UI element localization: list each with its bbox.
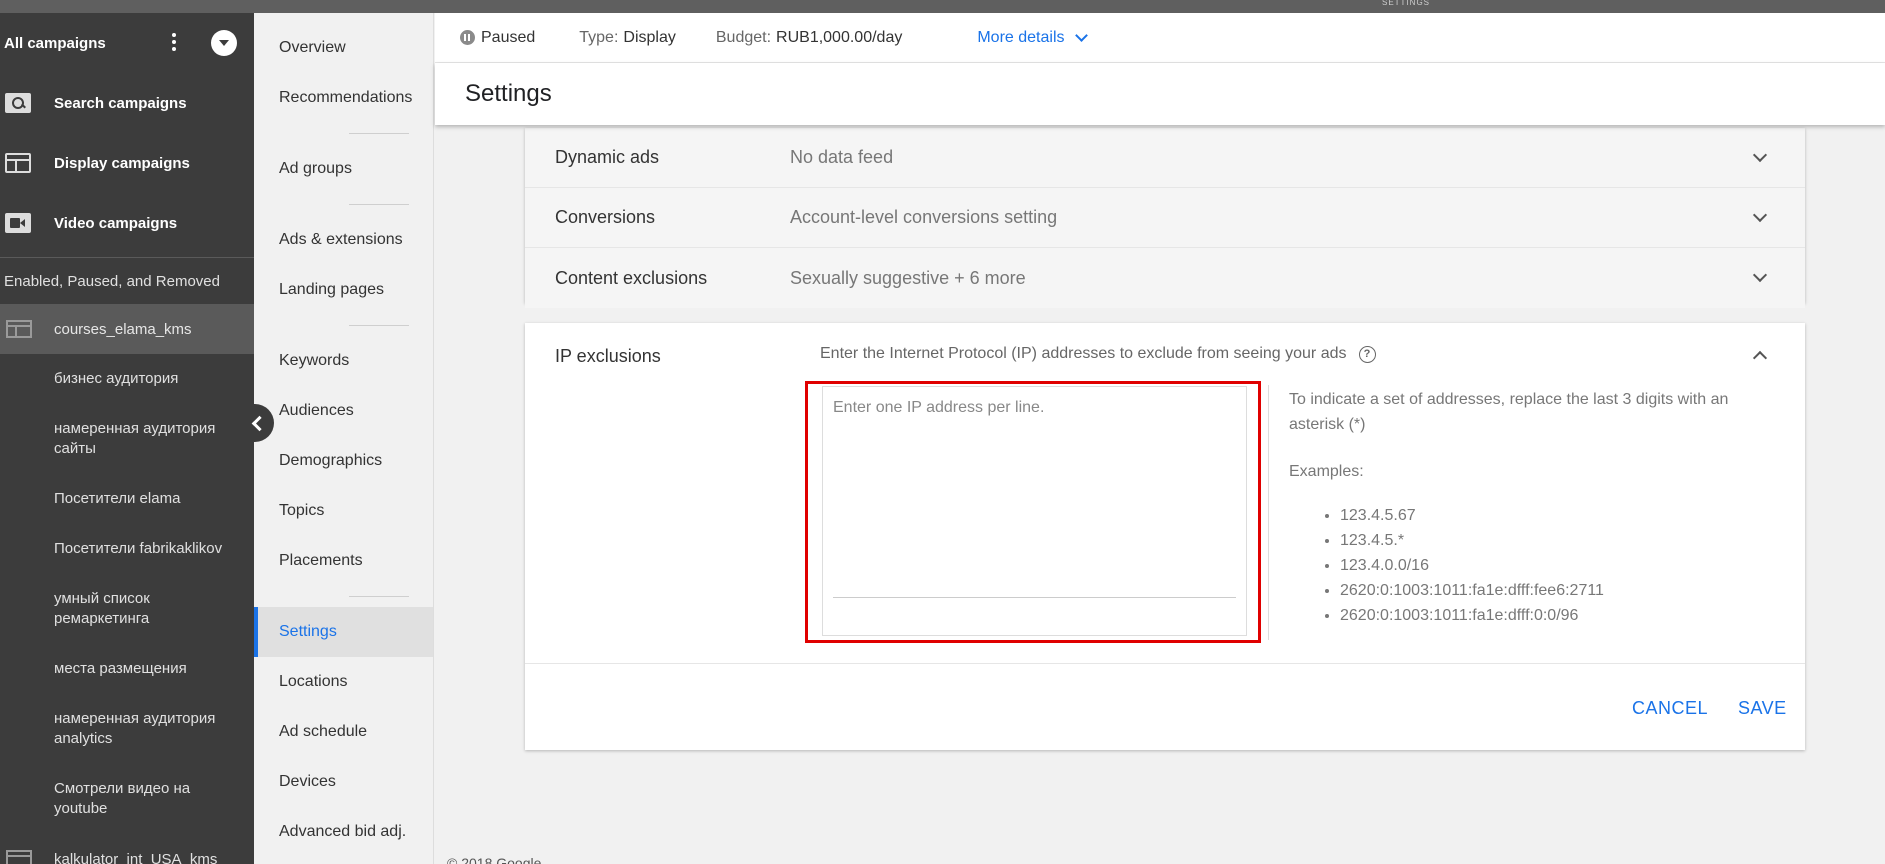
nav-overview[interactable]: Overview: [254, 23, 433, 73]
ip-exclusions-description: Enter the Internet Protocol (IP) address…: [820, 345, 1376, 363]
all-campaigns-title: All campaigns: [4, 34, 106, 52]
budget-value: RUB1,000.00/day: [776, 28, 903, 46]
list-item[interactable]: Смотрели видео на youtube: [0, 764, 254, 834]
settings-card: Dynamic ads No data feed Conversions Acc…: [525, 128, 1805, 308]
display-campaign-icon: [6, 320, 32, 338]
sidebar-campaign-current[interactable]: courses_elama_kms: [0, 304, 254, 354]
sidebar-item-label: Video campaigns: [54, 214, 178, 232]
list-item: 123.4.5.67: [1340, 503, 1604, 528]
all-campaigns-header[interactable]: All campaigns: [0, 13, 254, 73]
ip-exclusions-card: IP exclusions Enter the Internet Protoco…: [525, 323, 1805, 750]
search-icon: [5, 93, 31, 113]
nav-audiences[interactable]: Audiences: [254, 386, 433, 436]
nav-keywords[interactable]: Keywords: [254, 336, 433, 386]
sidebar-item-label: Display campaigns: [54, 154, 190, 172]
campaign-status-bar: Paused Type: Display Budget: RUB1,000.00…: [435, 13, 1885, 63]
top-strip-label: SETTINGS: [1382, 0, 1431, 7]
nav-placements[interactable]: Placements: [254, 536, 433, 586]
help-icon[interactable]: ?: [1358, 345, 1376, 363]
setting-row-conversions[interactable]: Conversions Account-level conversions se…: [525, 188, 1805, 248]
ip-hint: To indicate a set of addresses, replace …: [1289, 391, 1729, 433]
cancel-button[interactable]: CANCEL: [1632, 698, 1708, 719]
nav-recommendations[interactable]: Recommendations: [254, 73, 433, 123]
pause-icon: [460, 30, 475, 45]
sidebar-item-video-campaigns[interactable]: Video campaigns: [0, 193, 254, 253]
nav-divider: [349, 596, 409, 597]
nav-ad-schedule[interactable]: Ad schedule: [254, 707, 433, 757]
setting-label: Dynamic ads: [555, 147, 660, 167]
page-nav: Overview Recommendations Ad groups Ads &…: [254, 13, 434, 864]
examples-title: Examples:: [1289, 463, 1364, 480]
list-item: 2620:0:1003:1011:fa1e:dfff:fee6:2711: [1340, 578, 1604, 603]
sidebar-item-label: Search campaigns: [54, 94, 187, 112]
campaign-sidebar: All campaigns Search campaigns Display c…: [0, 13, 254, 864]
nav-topics[interactable]: Topics: [254, 486, 433, 536]
video-icon: [5, 213, 31, 233]
campaign-name: courses_elama_kms: [54, 320, 192, 338]
display-campaign-icon: [6, 850, 32, 864]
examples-list: 123.4.5.67 123.4.5.* 123.4.0.0/16 2620:0…: [1340, 503, 1604, 628]
list-item[interactable]: бизнес аудитория: [0, 354, 254, 404]
list-item: 2620:0:1003:1011:fa1e:dfff:0:0/96: [1340, 603, 1604, 628]
nav-advanced-bid-adj[interactable]: Advanced bid adj.: [254, 807, 433, 857]
chevron-down-icon[interactable]: [1752, 267, 1768, 283]
dropdown-circle-icon[interactable]: [211, 30, 237, 56]
type-value: Display: [623, 28, 676, 46]
ip-input-highlight: [805, 381, 1261, 643]
list-item[interactable]: намеренная аудитория сайты: [0, 404, 254, 474]
status-filter[interactable]: Enabled, Paused, and Removed: [0, 258, 254, 304]
nav-demographics[interactable]: Demographics: [254, 436, 433, 486]
campaign-name: kalkulator_int_USA_kms: [54, 850, 218, 864]
sidebar-campaign-next[interactable]: kalkulator_int_USA_kms: [0, 834, 254, 864]
more-details-label: More details: [977, 28, 1065, 46]
save-button[interactable]: SAVE: [1738, 698, 1787, 719]
ad-group-list: бизнес аудитория намеренная аудитория са…: [0, 354, 254, 834]
nav-settings[interactable]: Settings: [254, 607, 433, 657]
setting-value: No data feed: [790, 147, 894, 167]
nav-landing-pages[interactable]: Landing pages: [254, 265, 433, 315]
type-label: Type:: [579, 28, 619, 46]
setting-row-dynamic-ads[interactable]: Dynamic ads No data feed: [525, 128, 1805, 188]
top-strip: SETTINGS: [0, 0, 1885, 13]
sidebar-item-search-campaigns[interactable]: Search campaigns: [0, 73, 254, 133]
chevron-down-icon[interactable]: [1752, 147, 1768, 163]
setting-label: Content exclusions: [555, 267, 708, 288]
budget-label: Budget:: [715, 28, 772, 46]
setting-value: Sexually suggestive + 6 more: [790, 267, 1026, 288]
list-item: 123.4.0.0/16: [1340, 553, 1604, 578]
status-badge: Paused: [481, 28, 536, 46]
chevron-up-icon[interactable]: [1752, 350, 1768, 366]
list-item[interactable]: Посетители fabrikaklikov: [0, 524, 254, 574]
vertical-divider: [1268, 385, 1269, 640]
more-vert-icon[interactable]: [168, 31, 180, 55]
page-title: Settings: [435, 63, 1885, 125]
list-item[interactable]: намеренная аудитория analytics: [0, 694, 254, 764]
chevron-down-icon[interactable]: [1752, 207, 1768, 223]
nav-divider: [349, 325, 409, 326]
chevron-down-icon: [1074, 28, 1088, 42]
ip-description-text: Enter the Internet Protocol (IP) address…: [820, 345, 1347, 362]
nav-divider: [349, 133, 409, 134]
display-icon: [5, 153, 31, 173]
setting-row-content-exclusions[interactable]: Content exclusions Sexually suggestive +…: [525, 248, 1805, 308]
nav-divider: [349, 204, 409, 205]
setting-value: Account-level conversions setting: [790, 207, 1058, 227]
nav-ad-groups[interactable]: Ad groups: [254, 144, 433, 194]
list-item[interactable]: умный список ремаркетинга: [0, 574, 254, 644]
input-underline: [833, 597, 1236, 598]
nav-locations[interactable]: Locations: [254, 657, 433, 707]
ip-exclusions-label: IP exclusions: [555, 346, 661, 366]
card-footer: CANCEL SAVE: [525, 663, 1805, 750]
more-details-link[interactable]: More details: [977, 28, 1088, 47]
list-item[interactable]: Посетители elama: [0, 474, 254, 524]
sidebar-item-display-campaigns[interactable]: Display campaigns: [0, 133, 254, 193]
nav-devices[interactable]: Devices: [254, 757, 433, 807]
list-item[interactable]: места размещения: [0, 644, 254, 694]
list-item: 123.4.5.*: [1340, 528, 1604, 553]
setting-label: Conversions: [555, 207, 656, 227]
ip-input-container: [822, 386, 1247, 636]
copyright: © 2018 Google: [447, 855, 542, 864]
ip-address-textarea[interactable]: [823, 387, 1246, 597]
nav-ads-extensions[interactable]: Ads & extensions: [254, 215, 433, 265]
